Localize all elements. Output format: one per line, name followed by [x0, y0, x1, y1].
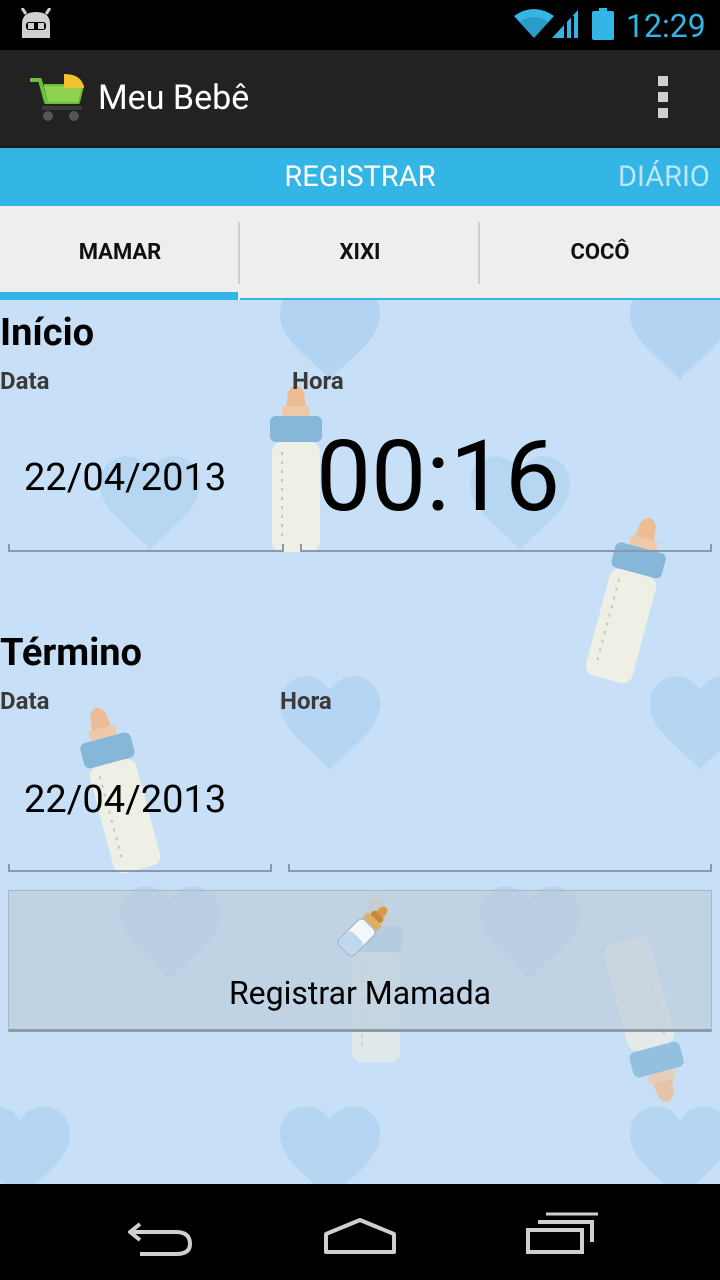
action-bar: Meu Bebê — [0, 50, 720, 148]
field-tick — [270, 864, 272, 872]
termino-date-value: 22/04/2013 — [24, 778, 227, 822]
inicio-time-value: 00:16 — [316, 419, 561, 534]
field-tick — [300, 544, 302, 552]
tab-coco-label: COCÔ — [570, 240, 630, 265]
inicio-date-label: Data — [0, 367, 50, 395]
status-bar: 12:29 — [0, 0, 720, 50]
termino-title: Término — [0, 631, 142, 675]
battery-icon — [592, 8, 614, 40]
tab-selected-indicator — [0, 292, 238, 300]
inicio-date-value: 22/04/2013 — [24, 456, 227, 500]
inicio-title: Início — [0, 311, 95, 355]
tab-coco[interactable]: COCÔ — [480, 206, 720, 300]
inicio-date-field[interactable]: 22/04/2013 — [8, 400, 284, 552]
field-tick — [288, 864, 290, 872]
tab-xixi-label: XIXI — [339, 240, 381, 265]
overflow-menu-icon[interactable] — [650, 76, 676, 122]
tab-xixi[interactable]: XIXI — [240, 206, 480, 300]
field-tick — [8, 864, 10, 872]
android-icon — [20, 8, 52, 38]
status-clock: 12:29 — [626, 7, 706, 45]
navigation-bar — [0, 1184, 720, 1280]
field-underline — [8, 550, 284, 552]
termino-time-field[interactable] — [288, 720, 712, 872]
recent-apps-icon[interactable] — [520, 1210, 600, 1256]
registrar-mamada-button[interactable]: Registrar Mamada — [8, 890, 712, 1032]
baby-bottle-icon — [337, 906, 388, 957]
app-title: Meu Bebê — [98, 78, 250, 118]
top-tab-strip: REGISTRAR DIÁRIO — [0, 148, 720, 206]
wifi-icon — [514, 9, 554, 38]
back-icon[interactable] — [120, 1210, 200, 1256]
tab-mamar-label: MAMAR — [78, 240, 162, 265]
tab-registrar[interactable]: REGISTRAR — [230, 148, 490, 206]
field-tick — [282, 544, 284, 552]
inicio-time-label: Hora — [292, 367, 344, 395]
stroller-icon[interactable] — [28, 72, 86, 122]
tab-diario[interactable]: DIÁRIO — [618, 148, 710, 206]
termino-date-label: Data — [0, 687, 50, 715]
tab-mamar[interactable]: MAMAR — [0, 206, 240, 300]
home-icon[interactable] — [320, 1210, 400, 1256]
field-tick — [710, 864, 712, 872]
termino-time-label: Hora — [280, 687, 332, 715]
sub-tab-bar: MAMAR XIXI COCÔ — [0, 206, 720, 300]
field-underline — [300, 550, 712, 552]
signal-icon — [552, 10, 578, 38]
field-underline — [288, 870, 712, 872]
field-underline — [8, 870, 272, 872]
field-tick — [710, 544, 712, 552]
termino-date-field[interactable]: 22/04/2013 — [8, 720, 272, 872]
feeding-form: Início Data Hora 22/04/2013 00:16 Términ… — [0, 300, 720, 1184]
field-tick — [8, 544, 10, 552]
inicio-time-field[interactable]: 00:16 — [300, 400, 712, 552]
registrar-mamada-label: Registrar Mamada — [228, 974, 492, 1012]
